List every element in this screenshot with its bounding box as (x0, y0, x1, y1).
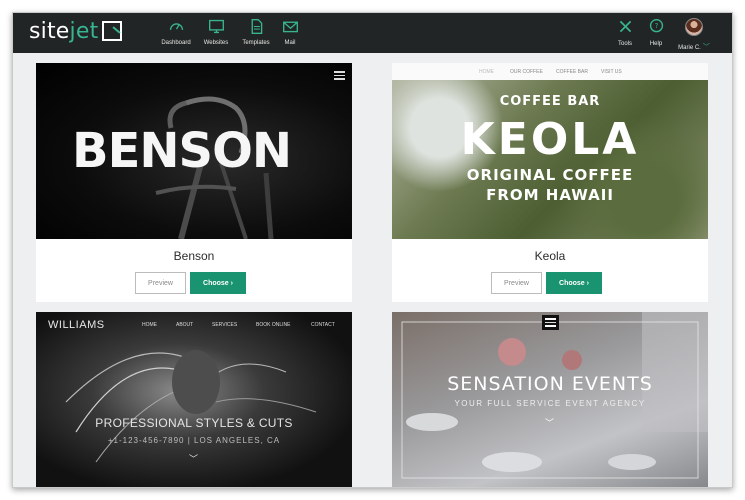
user-name: Marie C. ﹀ (678, 44, 710, 51)
williams-menu-services: SERVICES (212, 322, 238, 328)
williams-headline: PROFESSIONAL STYLES & CUTS (95, 416, 293, 430)
nav-dashboard-label: Dashboard (161, 40, 191, 46)
avatar (685, 18, 703, 36)
coffee-plant-image: COFFEE BAR KEOLA ORIGINAL COFFEE FROM HA… (392, 80, 708, 239)
template-thumbnail-benson[interactable]: BENSON (36, 63, 352, 239)
svg-text:?: ? (654, 22, 658, 30)
keola-menu-home: HOME (479, 69, 494, 75)
logo-cursor-icon (102, 21, 122, 41)
chevron-down-icon: ﹀ (189, 454, 199, 464)
event-table-image: SENSATION EVENTS YOUR FULL SERVICE EVENT… (392, 312, 708, 487)
nav-mail-label: Mail (284, 40, 296, 46)
template-thumbnail-keola[interactable]: HOME OUR COFFEE COFFEE BAR VISIT US COFF… (392, 63, 708, 239)
hamburger-menu-icon (334, 71, 345, 80)
keola-menu-our-coffee: OUR COFFEE (510, 69, 543, 75)
top-bar: sitejet Dashboard Websites Templates Mai… (13, 13, 732, 53)
sitejet-logo[interactable]: sitejet (29, 19, 98, 44)
document-icon (251, 19, 262, 34)
preview-button-benson[interactable]: Preview (135, 272, 186, 294)
keola-line-from-hawaii: FROM HAWAII (486, 186, 614, 204)
template-thumbnail-sensation-events[interactable]: SENSATION EVENTS YOUR FULL SERVICE EVENT… (392, 312, 708, 487)
williams-menu-home: HOME (142, 322, 157, 328)
keola-menu: HOME OUR COFFEE COFFEE BAR VISIT US (392, 63, 708, 80)
nav-tools-label: Tools (617, 41, 632, 47)
template-name-benson: Benson (173, 249, 215, 263)
keola-line-original-coffee: ORIGINAL COFFEE (466, 166, 634, 184)
keola-menu-coffee-bar: COFFEE BAR (556, 69, 588, 75)
gauge-icon (169, 23, 183, 30)
keola-menu-visit-us: VISIT US (601, 69, 622, 75)
williams-subline: +1-123-456-7890 | LOS ANGELES, CA (107, 436, 281, 445)
template-thumbnail-williams[interactable]: WILLIAMS HOME ABOUT SERVICES BOOK ONLINE… (36, 312, 352, 487)
keola-line-keola: KEOLA (460, 114, 640, 165)
choose-button-benson[interactable]: Choose › (190, 272, 246, 294)
hamburger-menu-icon (545, 318, 556, 327)
sensation-subline: YOUR FULL SERVICE EVENT AGENCY (454, 399, 646, 408)
williams-logo: WILLIAMS (48, 319, 105, 331)
keola-line-coffee-bar: COFFEE BAR (499, 94, 601, 109)
benson-hero-text: BENSON (72, 123, 292, 179)
williams-menu-book-online: BOOK ONLINE (256, 322, 291, 328)
logo-text-site: site (29, 19, 70, 44)
template-card-benson: BENSON Benson Preview Choose › (36, 63, 352, 302)
chevron-down-icon: ﹀ (702, 44, 710, 51)
williams-menu-contact: CONTACT (311, 322, 335, 328)
logo-text-jet: jet (69, 19, 99, 44)
help-chat-icon: ? (649, 19, 663, 33)
monitor-icon (208, 19, 224, 34)
nav-mail[interactable]: Mail (265, 18, 315, 46)
choose-button-keola[interactable]: Choose › (546, 272, 602, 294)
template-card-sensation-events: SENSATION EVENTS YOUR FULL SERVICE EVENT… (392, 312, 708, 487)
nav-help-label: Help (649, 41, 663, 47)
template-card-williams: WILLIAMS HOME ABOUT SERVICES BOOK ONLINE… (36, 312, 352, 487)
template-name-keola: Keola (534, 249, 566, 263)
mail-icon (282, 21, 298, 33)
chevron-down-icon: ﹀ (545, 418, 555, 428)
user-menu[interactable]: Marie C. ﹀ (669, 18, 719, 52)
hair-portrait-image: WILLIAMS HOME ABOUT SERVICES BOOK ONLINE… (36, 312, 352, 487)
williams-menu-about: ABOUT (176, 322, 194, 328)
sensation-headline: SENSATION EVENTS (447, 373, 653, 395)
preview-button-keola[interactable]: Preview (491, 272, 542, 294)
nav-websites-label: Websites (203, 40, 229, 46)
app-window: sitejet Dashboard Websites Templates Mai… (12, 12, 733, 488)
template-card-keola: HOME OUR COFFEE COFFEE BAR VISIT US COFF… (392, 63, 708, 302)
